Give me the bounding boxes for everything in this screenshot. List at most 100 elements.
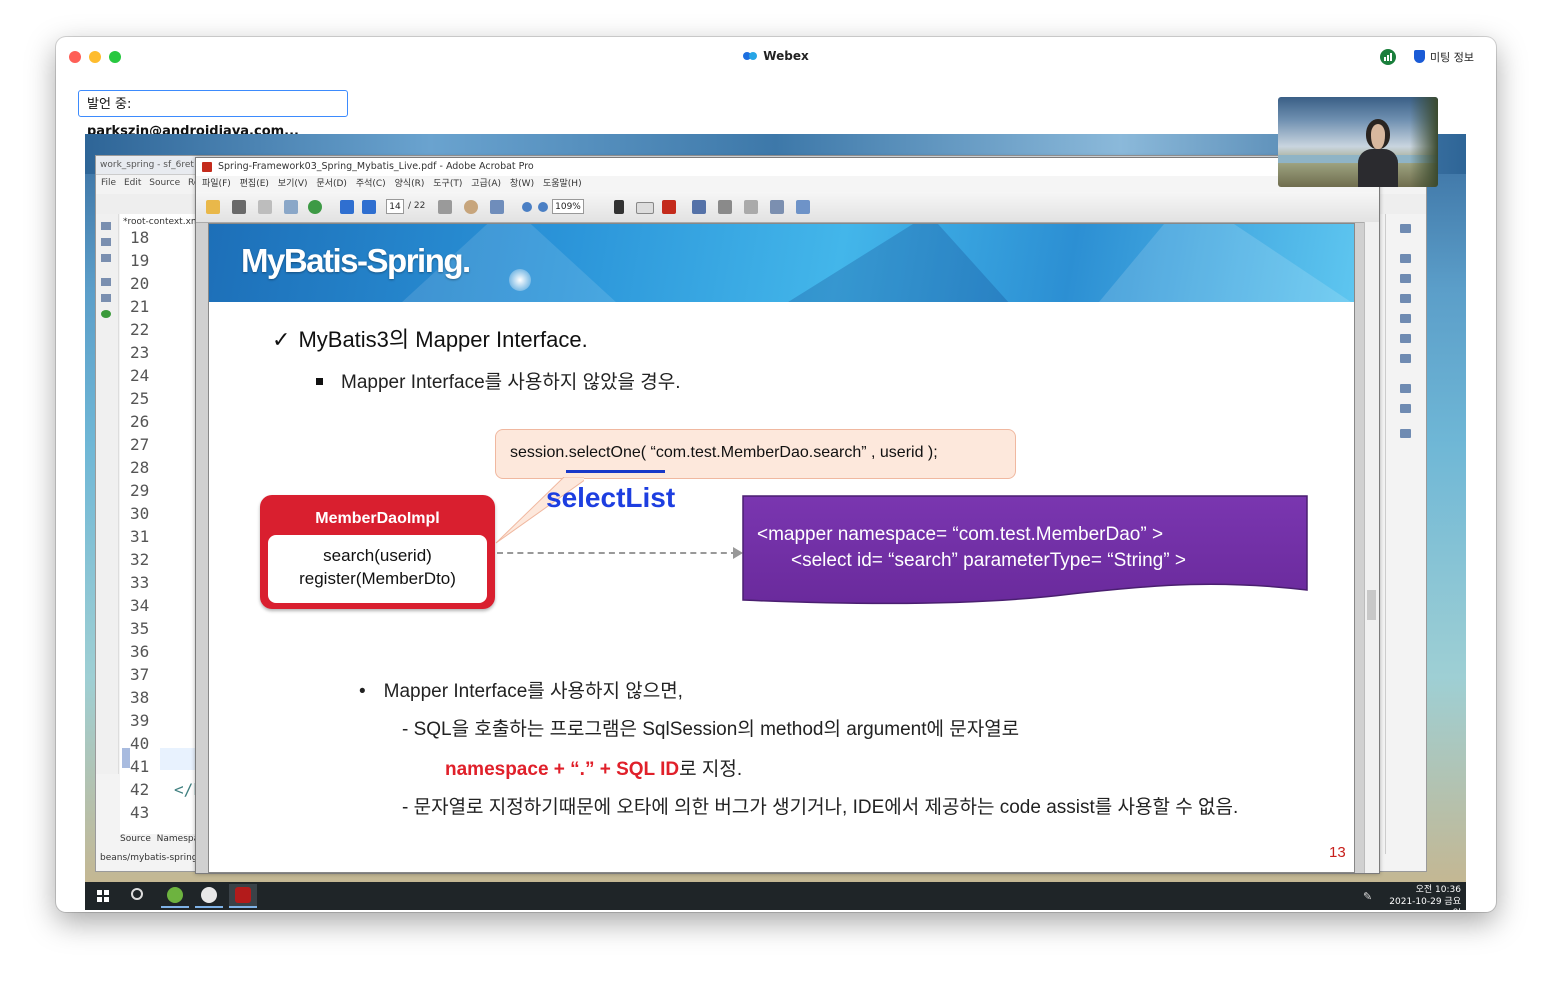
zoom-out-icon[interactable]: [522, 202, 532, 212]
app-title-text: Webex: [763, 49, 809, 63]
select-tool-icon[interactable]: [614, 200, 624, 214]
attach-icon[interactable]: [718, 200, 732, 214]
menu-edit[interactable]: 편집(E): [240, 179, 269, 189]
line-number: 42: [130, 780, 150, 799]
impl-method: search(userid): [323, 546, 432, 565]
breadcrumb[interactable]: beans/mybatis-spring: [100, 853, 198, 863]
square-bullet-icon: [316, 378, 323, 385]
menu-forms[interactable]: 양식(R): [395, 179, 425, 189]
line-number: 22: [130, 320, 150, 339]
view-icon[interactable]: [1400, 314, 1411, 323]
participant-video[interactable]: [1278, 97, 1438, 187]
meeting-info-label: 미팅 정보: [1430, 51, 1474, 64]
eclipse-menu-source[interactable]: Source: [149, 178, 180, 188]
mapper-line-1: <mapper namespace= “com.test.MemberDao” …: [757, 524, 1164, 545]
menu-document[interactable]: 문서(D): [316, 179, 347, 189]
share-icon[interactable]: [308, 200, 322, 214]
line-number: 30: [130, 504, 150, 523]
view-icon[interactable]: [101, 310, 111, 318]
menu-window[interactable]: 창(W): [510, 179, 534, 189]
acrobat-menu: 파일(F) 편집(E) 보기(V) 문서(D) 주석(C) 양식(R) 도구(T…: [196, 176, 1379, 192]
windows-start-icon[interactable]: [97, 890, 109, 902]
line-number: 41: [130, 757, 150, 776]
crop-icon[interactable]: [692, 200, 706, 214]
tray-icon[interactable]: ✎: [1363, 890, 1372, 903]
clock[interactable]: 오전 10:36 2021-10-29 금요일: [1385, 884, 1461, 910]
view-icon[interactable]: [101, 222, 111, 230]
clock-date: 2021-10-29 금요일: [1389, 897, 1461, 910]
select-text-icon[interactable]: [438, 200, 452, 214]
snapshot-icon[interactable]: [770, 200, 784, 214]
acrobat-titlebar: Spring-Framework03_Spring_Mybatis_Live.p…: [196, 158, 1379, 176]
line-number: 27: [130, 435, 150, 454]
webex-logo-icon: [743, 52, 758, 60]
line-number: 18: [130, 228, 150, 247]
view-icon[interactable]: [1400, 334, 1411, 343]
menu-tools[interactable]: 도구(T): [433, 179, 462, 189]
save-icon[interactable]: [258, 200, 272, 214]
text-highlight-icon[interactable]: [662, 200, 676, 214]
line-number: 38: [130, 688, 150, 707]
acrobat-icon: [235, 887, 251, 903]
eclipse-menu-file[interactable]: File: [101, 178, 116, 188]
menu-comments[interactable]: 주석(C): [356, 179, 386, 189]
email-icon[interactable]: [284, 200, 298, 214]
view-icon[interactable]: [1400, 254, 1411, 263]
network-stats-icon[interactable]: [1380, 49, 1396, 65]
view-icon[interactable]: [1400, 404, 1411, 413]
view-icon[interactable]: [101, 254, 111, 262]
line-number: 28: [130, 458, 150, 477]
search-icon[interactable]: [131, 888, 143, 900]
view-icon[interactable]: [101, 278, 111, 286]
line-number: 21: [130, 297, 150, 316]
meeting-info-button[interactable]: 미팅 정보: [1414, 49, 1474, 65]
zoom-level-input[interactable]: 109%: [552, 199, 584, 214]
impl-methods: search(userid) register(MemberDto): [268, 535, 487, 603]
hand-tool-icon[interactable]: [464, 200, 478, 214]
line-number: 36: [130, 642, 150, 661]
zoom-in-icon[interactable]: [538, 202, 548, 212]
app-title: Webex: [56, 49, 1496, 63]
line-number: 29: [130, 481, 150, 500]
pdf-scrollbar[interactable]: [1364, 222, 1379, 873]
app-icon: [201, 887, 217, 903]
taskbar-app[interactable]: [195, 884, 223, 908]
menu-help[interactable]: 도움말(H): [543, 179, 582, 189]
open-folder-icon[interactable]: [206, 200, 220, 214]
print-icon[interactable]: [232, 200, 246, 214]
shield-icon: [1414, 50, 1425, 63]
checkmark-icon: ✓: [272, 327, 291, 352]
view-icon[interactable]: [1400, 294, 1411, 303]
eclipse-left-trim: [96, 214, 119, 774]
previous-page-icon[interactable]: [340, 200, 354, 214]
line-number: 23: [130, 343, 150, 362]
sign-icon[interactable]: [796, 200, 810, 214]
view-icon[interactable]: [1400, 274, 1411, 283]
view-icon[interactable]: [1400, 384, 1411, 393]
view-icon[interactable]: [101, 238, 111, 246]
menu-file[interactable]: 파일(F): [202, 179, 231, 189]
detail-line-1: - SQL을 호출하는 프로그램은 SqlSession의 method의 ar…: [402, 719, 1020, 740]
line-number: 40: [130, 734, 150, 753]
view-icon[interactable]: [1400, 354, 1411, 363]
taskbar-spring-tools[interactable]: [161, 884, 189, 908]
eclipse-workspace-label: work_spring - sf_6ret: [100, 160, 194, 170]
menu-view[interactable]: 보기(V): [278, 179, 308, 189]
taskbar-acrobat[interactable]: [229, 884, 257, 908]
view-icon[interactable]: [1400, 224, 1411, 233]
page-number-input[interactable]: 14: [386, 199, 404, 214]
tab-source[interactable]: Source: [120, 834, 151, 844]
menu-advanced[interactable]: 고급(A): [471, 179, 501, 189]
next-page-icon[interactable]: [362, 200, 376, 214]
speaker-label: 발언 중:: [87, 97, 132, 112]
scrollbar-thumb[interactable]: [1367, 590, 1376, 620]
ok-stamp-icon[interactable]: [636, 202, 654, 214]
view-icon[interactable]: [101, 294, 111, 302]
view-icon[interactable]: [1400, 429, 1411, 438]
slide-page-number: 13: [1329, 844, 1346, 861]
zoom-tool-icon[interactable]: [490, 200, 504, 214]
eclipse-menu-edit[interactable]: Edit: [124, 178, 141, 188]
editor-tab[interactable]: *root-context.xml: [123, 217, 202, 227]
line-number: 26: [130, 412, 150, 431]
textbox-icon[interactable]: [744, 200, 758, 214]
